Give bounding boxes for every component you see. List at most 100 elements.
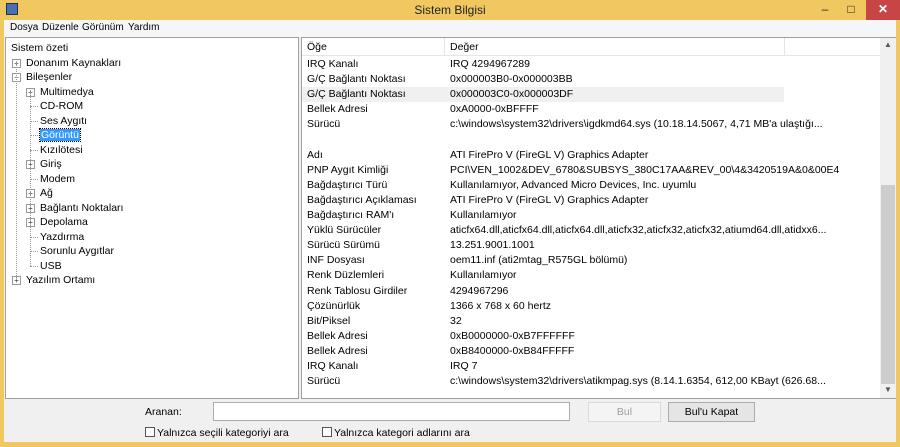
table-row[interactable]: Bağdaştırıcı Açıklaması ATI FirePro V (Fi… (302, 193, 880, 208)
details-list[interactable]: Öğe Değer ▲ ▼ IRQ Kanalı IRQ 4294967289 G/… (301, 37, 896, 399)
table-row[interactable]: Bellek Adresi 0xB0000000-0xB7FFFFFF (302, 329, 880, 344)
item-cell: Sürücü Sürümü (307, 239, 380, 252)
table-row[interactable]: Çözünürlük 1366 x 768 x 60 hertz (302, 299, 880, 314)
tree-item[interactable]: Bileşenler (26, 70, 72, 84)
value-cell: Kullanılamıyor (450, 209, 517, 221)
table-row[interactable]: Renk Düzlemleri Kullanılamıyor (302, 268, 880, 283)
scrollbar-thumb[interactable] (881, 185, 895, 384)
table-row[interactable]: Bellek Adresi 0xA0000-0xBFFFF (302, 102, 880, 117)
tree-item[interactable]: Sistem özeti (11, 41, 68, 55)
table-row[interactable] (302, 133, 880, 148)
tree-item[interactable]: Depolama (40, 215, 88, 229)
table-row[interactable]: Renk Tablosu Girdiler 4294967296 (302, 284, 880, 299)
tree-item[interactable]: CD-ROM (40, 99, 83, 113)
item-cell: IRQ Kanalı (307, 58, 359, 70)
item-cell: PNP Aygıt Kimliği (307, 163, 389, 176)
tree-item-label: Ses Aygıtı (40, 114, 88, 127)
item-cell: Bit/Piksel (307, 314, 351, 327)
value-cell: 1366 x 768 x 60 hertz (450, 299, 551, 312)
value-cell: aticfx64.dll,aticfx64.dll,aticfx64.dll,a… (450, 224, 827, 237)
value-cell: Kullanılamıyor, Advanced Micro Devices, … (450, 178, 697, 191)
only-selected-checkbox[interactable]: Yalnızca seçili kategoriyi ara (145, 427, 289, 439)
table-row[interactable]: IRQ Kanalı IRQ 7 (302, 359, 880, 374)
tree-item[interactable]: Giriş (40, 157, 62, 171)
vertical-scrollbar[interactable]: ▲ ▼ (880, 38, 896, 398)
table-row[interactable]: Yüklü Sürücüler aticfx64.dll,aticfx64.dll… (302, 223, 880, 238)
search-input[interactable] (213, 402, 570, 421)
checkbox-icon[interactable] (145, 427, 155, 437)
tree-item[interactable]: Multimedya (40, 85, 94, 99)
table-row[interactable]: Adı ATI FirePro V (FireGL V) Graphics Ada… (302, 148, 880, 163)
value-cell: 0x000003B0-0x000003BB (450, 73, 573, 86)
checkbox-icon[interactable] (322, 427, 332, 437)
value-cell: 32 (450, 314, 462, 327)
value-cell: 4294967296 (450, 284, 509, 297)
tree-item[interactable]: Yazdırma (40, 230, 84, 244)
tree-item-label: Bağlantı Noktaları (40, 201, 124, 214)
table-row[interactable]: Sürücü Sürümü 13.251.9001.1001 (302, 238, 880, 253)
menu-bar: Dosya Düzenle Görünüm Yardım (4, 20, 896, 37)
find-button[interactable]: Bul (588, 402, 661, 422)
tree-item[interactable]: Ses Aygıtı (40, 114, 87, 128)
tree-item-label: Donanım Kaynakları (26, 56, 122, 69)
menu-yardim[interactable]: Yardım (128, 22, 160, 33)
scroll-up-icon[interactable]: ▲ (880, 40, 896, 49)
item-cell: IRQ Kanalı (307, 360, 359, 372)
item-cell: Çözünürlük (307, 299, 361, 312)
table-row[interactable]: G/Ç Bağlantı Noktası 0x000003B0-0x000003B… (302, 72, 880, 87)
value-cell: c:\windows\system32\drivers\igdkmd64.sys… (450, 118, 823, 131)
menu-gorunum[interactable]: Görünüm (82, 22, 124, 33)
tree-item-label: Giriş (40, 158, 62, 170)
tree-item-label: Ağ (40, 187, 53, 199)
window-title: Sistem Bilgisi (414, 3, 486, 17)
value-cell: Kullanılamıyor (450, 269, 517, 282)
tree-connector (30, 120, 38, 122)
only-names-checkbox[interactable]: Yalnızca kategori adlarını ara (322, 427, 470, 439)
tree-connector (30, 106, 38, 107)
close-button[interactable]: ✕ (866, 0, 900, 20)
table-row[interactable]: Bağdaştırıcı Türü Kullanılamıyor, Advance… (302, 178, 880, 193)
tree-item[interactable]: Yazılım Ortamı (26, 273, 95, 287)
scroll-down-icon[interactable]: ▼ (880, 385, 896, 394)
tree-item[interactable]: Ağ (40, 186, 53, 200)
table-row[interactable]: Sürücü c:\windows\system32\drivers\atikmp… (302, 374, 880, 389)
table-row[interactable]: Bellek Adresi 0xB8400000-0xB84FFFFF (302, 344, 880, 359)
category-tree[interactable]: Sistem özeti + Donanım Kaynakları − Bileşenl… (5, 37, 299, 399)
tree-connector (30, 178, 38, 180)
menu-dosya[interactable]: Dosya (10, 22, 38, 33)
close-find-button[interactable]: Bul'u Kapat (668, 402, 755, 422)
table-row[interactable]: Sürücü c:\windows\system32\drivers\igdkmd… (302, 117, 880, 132)
item-cell: Renk Tablosu Girdiler (307, 284, 408, 297)
item-cell: INF Dosyası (307, 254, 365, 267)
tree-item-label: USB (40, 259, 62, 272)
minimize-button[interactable]: – (812, 0, 838, 20)
item-cell: Bağdaştırıcı Açıklaması (307, 193, 417, 206)
item-cell: Adı (307, 148, 323, 161)
item-cell: Bağdaştırıcı Türü (307, 178, 388, 191)
tree-item[interactable]: Donanım Kaynakları (26, 56, 121, 70)
table-row[interactable]: Bağdaştırıcı RAM'ı Kullanılamıyor (302, 208, 880, 223)
tree-item[interactable]: Sorunlu Aygıtlar (40, 244, 114, 258)
table-row[interactable]: PNP Aygıt Kimliği PCI\VEN_1002&DEV_6780&S… (302, 163, 880, 178)
table-row[interactable]: G/Ç Bağlantı Noktası 0x000003C0-0x000003D… (302, 87, 784, 103)
column-header-value[interactable]: Değer (450, 41, 479, 53)
tree-item[interactable]: Modem (40, 172, 75, 186)
tree-item[interactable]: Kızılötesi (40, 143, 83, 157)
table-row[interactable]: Bit/Piksel 32 (302, 314, 880, 329)
title-bar: Sistem Bilgisi – □ ✕ (0, 0, 900, 20)
tree-item[interactable]: USB (40, 259, 62, 273)
menu-duzenle[interactable]: Düzenle (42, 22, 79, 33)
table-row[interactable]: INF Dosyası oem11.inf (ati2mtag_R575GL bö… (302, 253, 880, 268)
column-header-item[interactable]: Öğe (307, 41, 327, 53)
tree-item[interactable]: Görüntü (39, 128, 81, 142)
tree-item-label: Sorunlu Aygıtlar (40, 245, 114, 257)
tree-item-label: Multimedya (40, 85, 94, 98)
table-row[interactable]: IRQ Kanalı IRQ 4294967289 (302, 57, 880, 72)
item-cell: Renk Düzlemleri (307, 269, 385, 282)
tree-connector (30, 135, 38, 136)
client-area: Dosya Düzenle Görünüm Yardım Sistem özet… (4, 20, 896, 442)
tree-item[interactable]: Bağlantı Noktaları (40, 201, 123, 215)
value-cell: 0x000003C0-0x000003DF (450, 88, 574, 101)
maximize-button[interactable]: □ (838, 0, 864, 20)
item-cell: Sürücü (307, 375, 341, 388)
